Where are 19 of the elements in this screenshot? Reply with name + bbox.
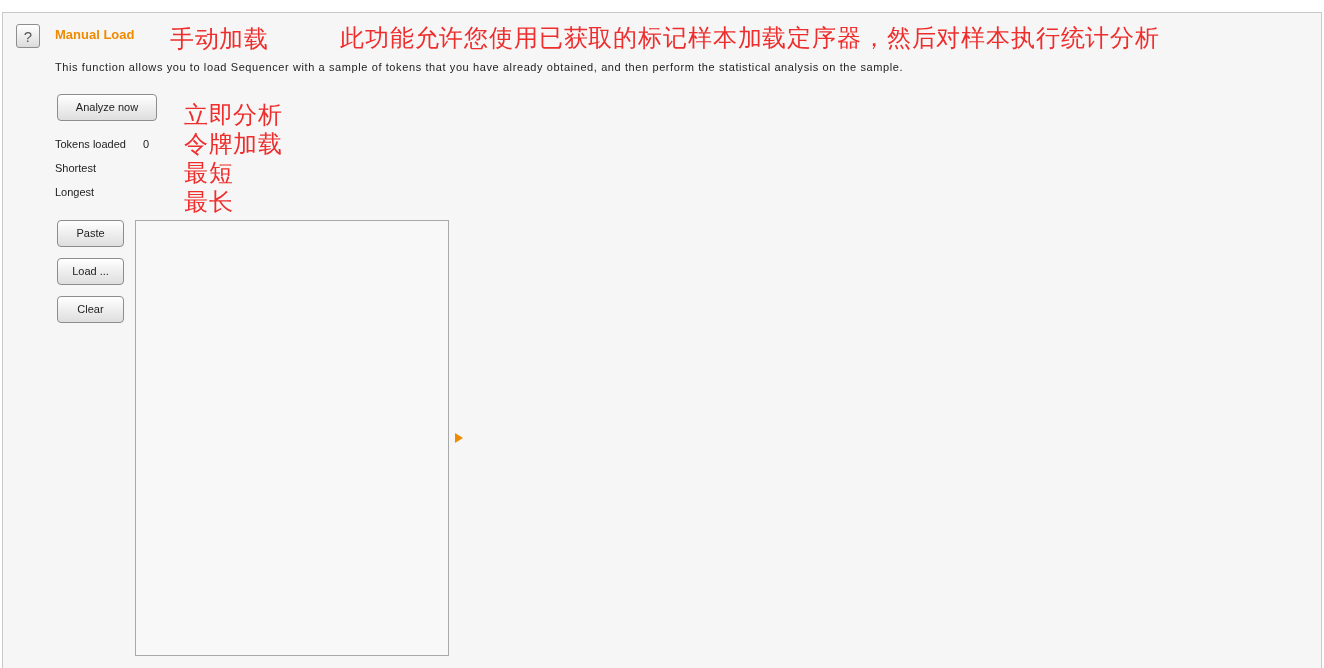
analyze-now-button[interactable]: Analyze now (57, 94, 157, 121)
annotation: 最长 (184, 187, 234, 216)
annotation: 此功能允许您使用已获取的标记样本加载定序器，然后对样本执行统计分析 (340, 25, 1161, 50)
action-button[interactable]: Paste (57, 220, 124, 247)
triangle-icon[interactable] (455, 433, 463, 443)
annotation: 令牌加载 (184, 129, 282, 158)
annotation: 最短 (184, 158, 234, 187)
section-title: Manual Load (55, 28, 135, 41)
stat-label: Shortest (55, 160, 97, 176)
stat-label: Tokens loaded (55, 136, 127, 152)
description: This function allows you to load Sequencer with a sample of tokens that you have already obtained, and then perform the statistical analysis on the sample. (55, 60, 904, 74)
annotation: 手动加载 (170, 26, 268, 51)
stat-value: 0 (143, 136, 150, 152)
stat-label: Longest (55, 184, 96, 200)
token-input-field[interactable] (135, 220, 449, 656)
annotation: 立即分析 (184, 100, 282, 129)
action-button[interactable]: Clear (57, 296, 124, 323)
help-button[interactable]: ? (16, 24, 40, 48)
action-button[interactable]: Load ... (57, 258, 124, 285)
